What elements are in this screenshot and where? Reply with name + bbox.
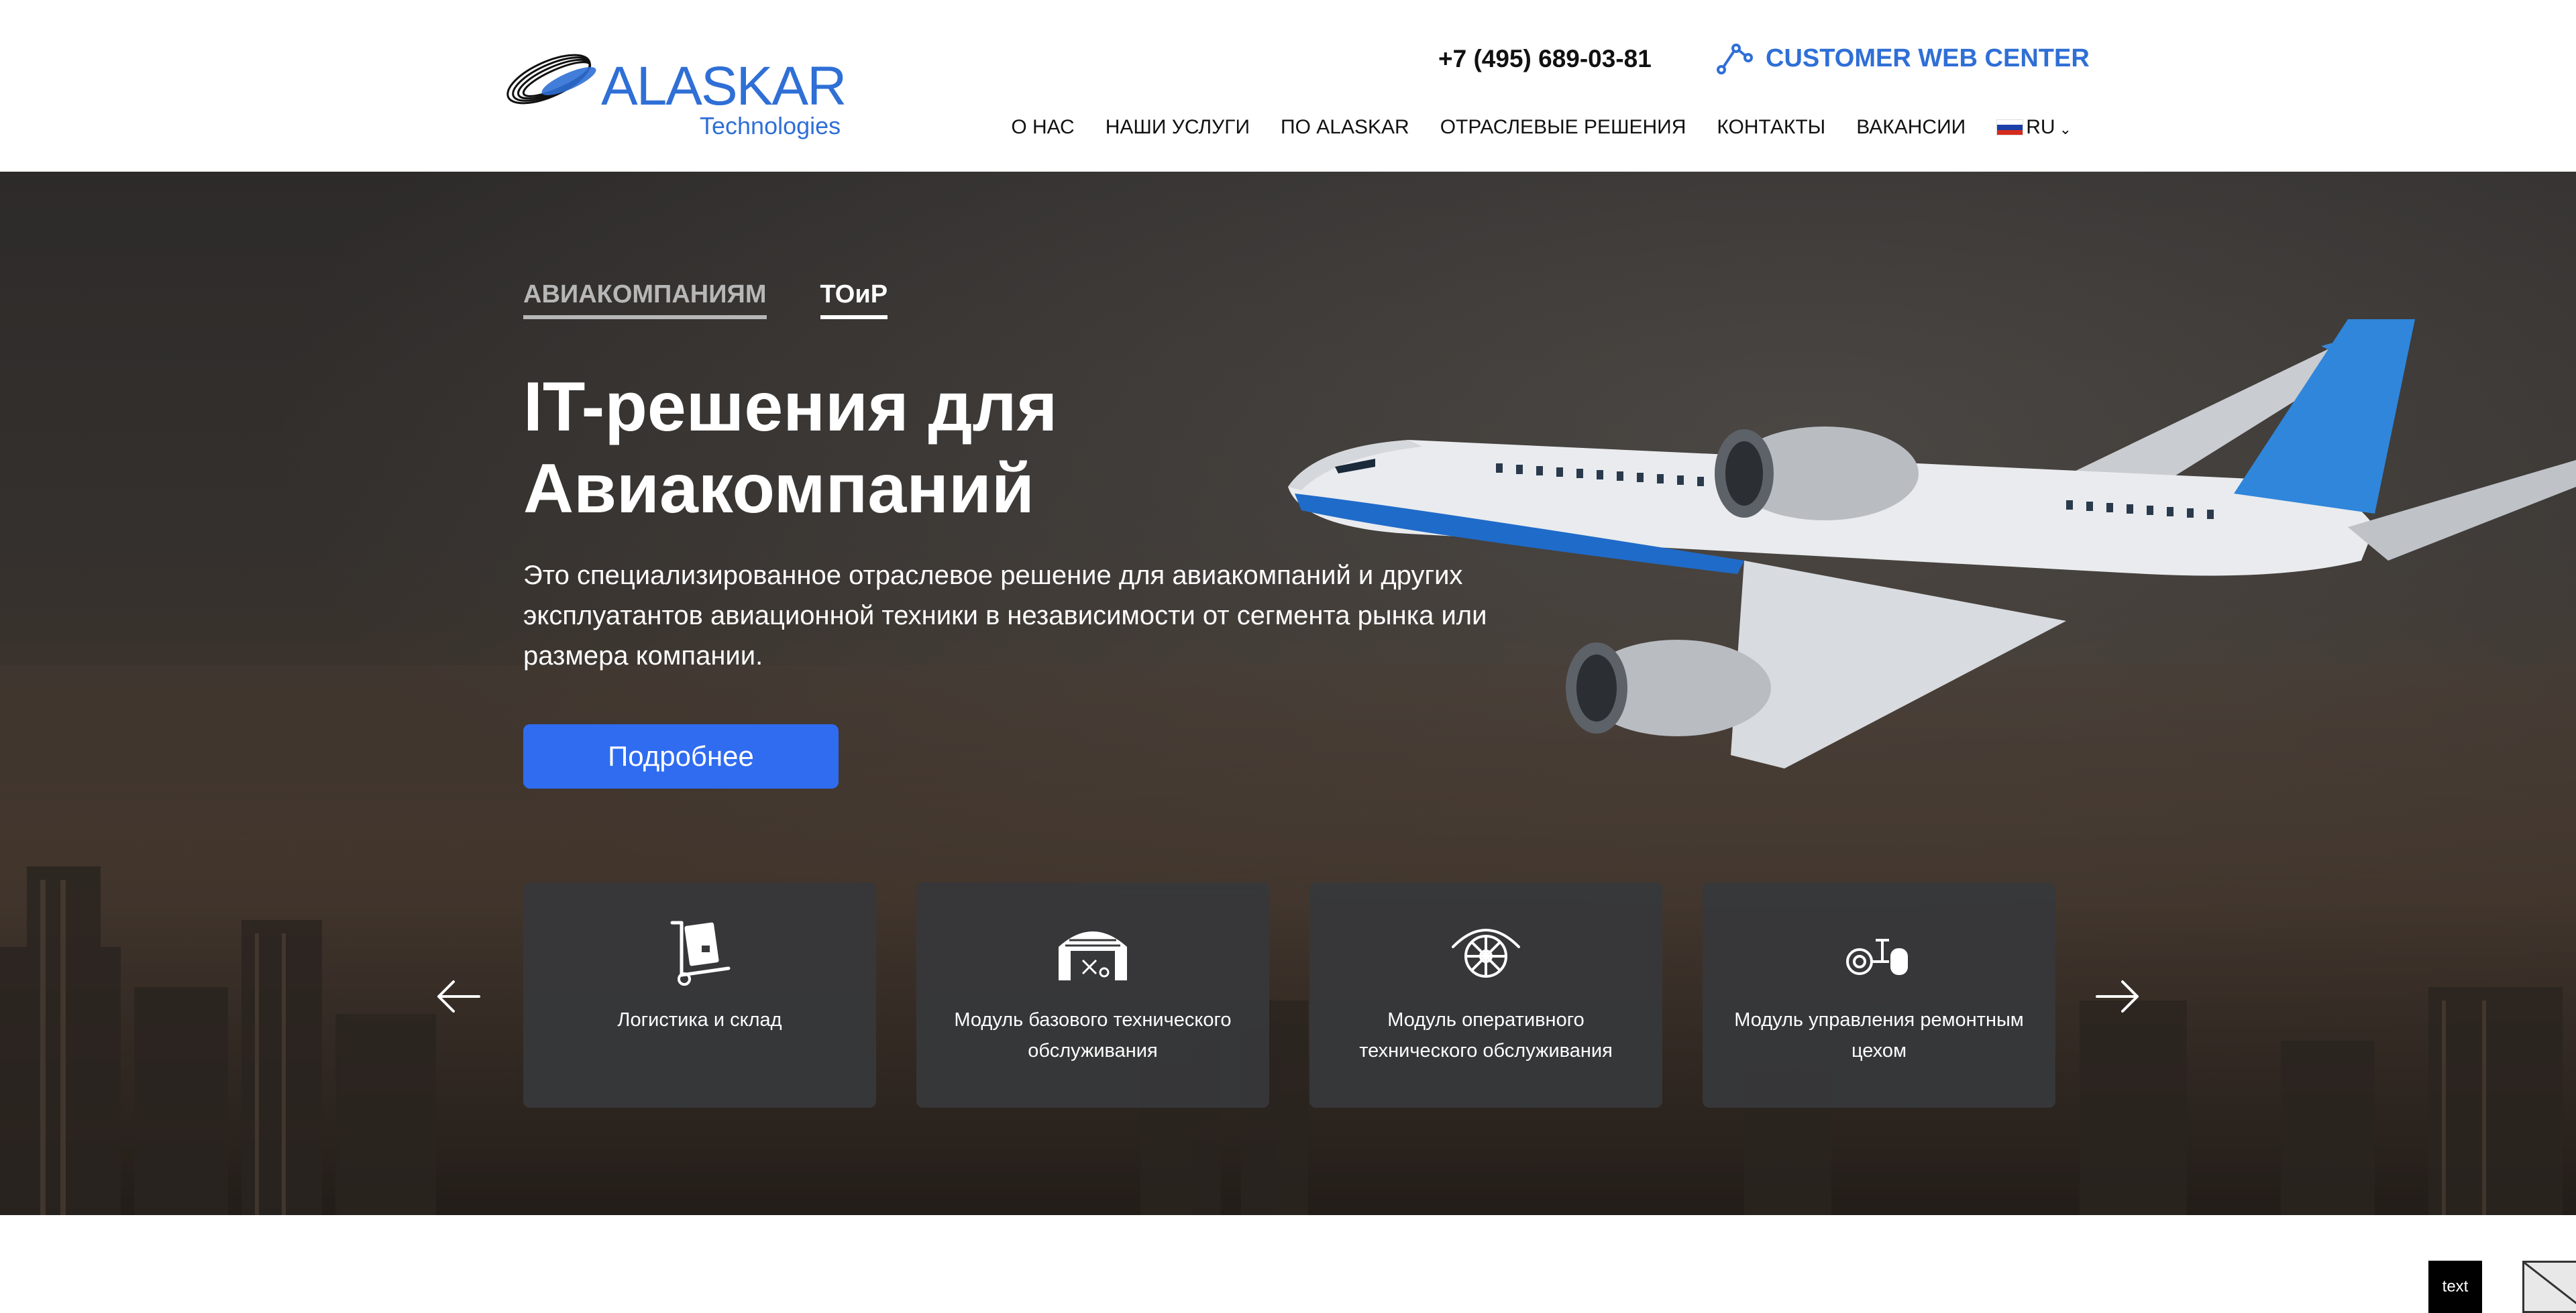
hero-title-line1: IT-решения для	[523, 368, 1058, 446]
card-label: Логистика и склад	[617, 1009, 782, 1031]
page-content-area	[0, 1215, 2576, 1313]
nav-item-vacancies[interactable]: ВАКАНСИИ	[1856, 114, 1966, 141]
customer-web-center-link[interactable]: CUSTOMER WEB CENTER	[1716, 42, 2090, 75]
hero-title: IT-решения для Авиакомпаний	[523, 366, 1395, 530]
nav-item-software[interactable]: ПО ALASKAR	[1281, 114, 1409, 141]
placeholder-cross-icon	[2524, 1263, 2576, 1304]
hero-description: Это специализированное отраслевое решени…	[523, 561, 1487, 671]
more-button[interactable]: Подробнее	[523, 724, 839, 789]
arrow-right-icon[interactable]	[2094, 976, 2141, 1017]
nav-item-contacts[interactable]: КОНТАКТЫ	[1717, 114, 1825, 141]
hand-truck-box-icon	[670, 921, 731, 986]
alaskar-logo[interactable]: ALASKAR Technologies	[502, 40, 847, 141]
wheel-repair-icon	[1846, 939, 1908, 975]
card-repair-shop[interactable]: Модуль управления ремонтным цехом	[1703, 882, 2055, 1108]
card-logistics[interactable]: Логистика и склад	[523, 882, 876, 1108]
card-label: Модуль оперативного технического обслужи…	[1359, 1009, 1613, 1062]
engine-inspection-icon	[1452, 929, 1520, 978]
language-label: RU	[2026, 116, 2055, 138]
corner-image-placeholder	[2522, 1261, 2576, 1313]
nav-item-about[interactable]: О НАС	[1011, 114, 1074, 141]
network-nodes-icon	[1717, 44, 1753, 74]
russia-flag-icon	[1996, 119, 2024, 135]
main-nav: О НАС НАШИ УСЛУГИ ПО ALASKAR ОТРАСЛЕВЫЕ …	[1011, 114, 2072, 141]
card-line-maintenance[interactable]: Модуль оперативного технического обслужи…	[1309, 882, 1662, 1108]
text-badge[interactable]: text	[2428, 1261, 2482, 1313]
module-cards: Логистика и склад Модуль базового технич…	[523, 882, 2055, 1108]
nav-item-services[interactable]: НАШИ УСЛУГИ	[1106, 114, 1250, 141]
hero-title-line2: Авиакомпаний	[523, 450, 1034, 528]
hangar-icon	[1059, 931, 1127, 980]
language-selector[interactable]: RU ⌄	[1996, 114, 2072, 141]
card-label: Модуль управления ремонтным цехом	[1734, 1009, 2024, 1062]
tab-mro[interactable]: ТОиР	[820, 278, 888, 319]
hero-tabs: АВИАКОМПАНИЯМ ТОиР	[523, 278, 888, 319]
logo-rings-icon	[506, 54, 596, 105]
airplane-illustration	[1288, 319, 2576, 768]
card-label: Модуль базового технического обслуживани…	[954, 1009, 1232, 1062]
arrow-left-icon[interactable]	[435, 976, 482, 1017]
nav-item-industry-solutions[interactable]: ОТРАСЛЕВЫЕ РЕШЕНИЯ	[1440, 114, 1686, 141]
card-base-maintenance[interactable]: Модуль базового технического обслуживани…	[916, 882, 1269, 1108]
customer-web-center-label: CUSTOMER WEB CENTER	[1766, 44, 2090, 72]
site-header: ALASKAR Technologies +7 (495) 689-03-81 …	[0, 0, 2576, 172]
hero-section: АВИАКОМПАНИЯМ ТОиР IT-решения для Авиако…	[0, 172, 2576, 1215]
tab-airlines[interactable]: АВИАКОМПАНИЯМ	[523, 278, 767, 319]
chevron-down-icon: ⌄	[2059, 121, 2072, 137]
logo-subtitle: Technologies	[700, 112, 841, 139]
logo-name: ALASKAR	[601, 56, 847, 117]
phone-number[interactable]: +7 (495) 689-03-81	[1438, 44, 1652, 74]
